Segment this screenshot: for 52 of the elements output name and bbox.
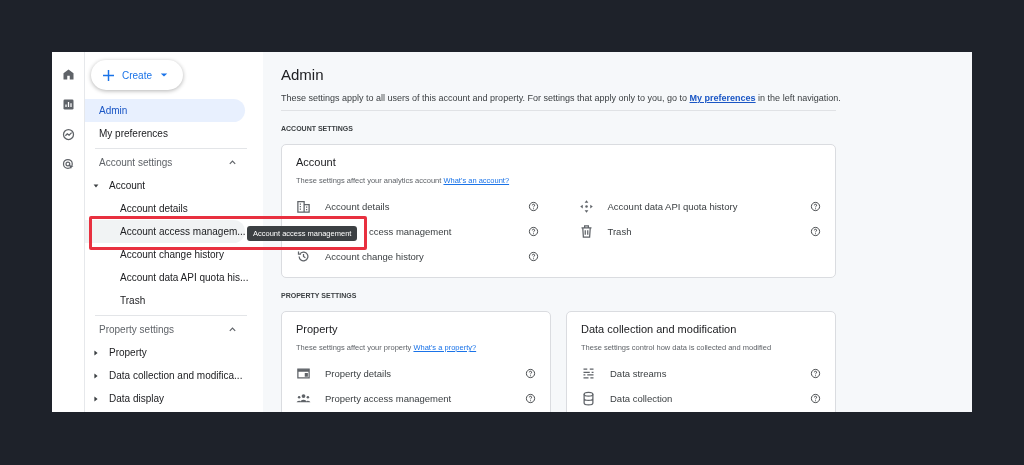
- help-icon[interactable]: [810, 393, 821, 404]
- nav-item[interactable]: Trash: [85, 289, 245, 312]
- help-icon[interactable]: [810, 368, 821, 379]
- caret-icon[interactable]: [92, 348, 100, 357]
- help-icon[interactable]: [525, 368, 536, 379]
- help-icon[interactable]: [810, 226, 821, 237]
- create-button[interactable]: Create: [91, 60, 183, 90]
- sliders-icon: [581, 366, 596, 381]
- nav-group[interactable]: Account: [109, 180, 146, 191]
- help-icon[interactable]: [527, 226, 539, 237]
- building-icon: [296, 199, 311, 214]
- help-icon[interactable]: [525, 393, 536, 404]
- plus-icon: [103, 69, 114, 81]
- settings-link[interactable]: Trash: [607, 226, 632, 237]
- settings-link[interactable]: Data collection: [610, 393, 673, 404]
- settings-link[interactable]: ccess management: [369, 226, 452, 237]
- explore-icon[interactable]: [60, 127, 76, 142]
- help-icon[interactable]: [810, 201, 821, 212]
- caret-icon[interactable]: [92, 394, 100, 403]
- caret-icon: [160, 71, 168, 79]
- caret-icon[interactable]: [92, 371, 100, 380]
- settings-link[interactable]: Property details: [325, 368, 391, 379]
- panel-icon: [296, 366, 311, 381]
- section-title: Account settings: [99, 157, 173, 168]
- nav-group[interactable]: Property: [109, 347, 147, 358]
- target-cursor-icon[interactable]: [60, 157, 76, 172]
- nav-group[interactable]: Data display: [109, 393, 165, 404]
- nav-item[interactable]: Account access managem...: [85, 220, 245, 243]
- card-title: Property: [296, 323, 339, 335]
- preferences-link[interactable]: My preferences: [689, 93, 756, 103]
- nav-item[interactable]: Admin: [85, 99, 245, 122]
- help-icon[interactable]: [527, 201, 539, 212]
- nav-group[interactable]: Data collection and modifica...: [109, 370, 243, 381]
- four-arrows-icon: [578, 199, 594, 214]
- settings-link[interactable]: Account data API quota history: [607, 201, 738, 212]
- chevron-icon[interactable]: [228, 325, 237, 334]
- settings-link[interactable]: Account details: [325, 201, 390, 212]
- help-icon[interactable]: [527, 251, 539, 262]
- nav-item[interactable]: My preferences: [85, 122, 245, 145]
- card-title: Account: [296, 156, 337, 168]
- settings-link[interactable]: Data streams: [610, 368, 667, 379]
- settings-link[interactable]: Account change history: [325, 251, 424, 262]
- nav-item[interactable]: Account details: [85, 197, 245, 220]
- card-title: Data collection and modification: [581, 323, 738, 335]
- caret-icon[interactable]: [92, 181, 100, 190]
- history-icon: [296, 249, 311, 264]
- section-title: Property settings: [99, 324, 175, 335]
- database-icon: [581, 391, 596, 406]
- chevron-icon[interactable]: [228, 158, 237, 167]
- page-title: Admin: [281, 66, 325, 83]
- nav-item[interactable]: Account change history: [85, 243, 245, 266]
- settings-link[interactable]: Property access management: [325, 393, 452, 404]
